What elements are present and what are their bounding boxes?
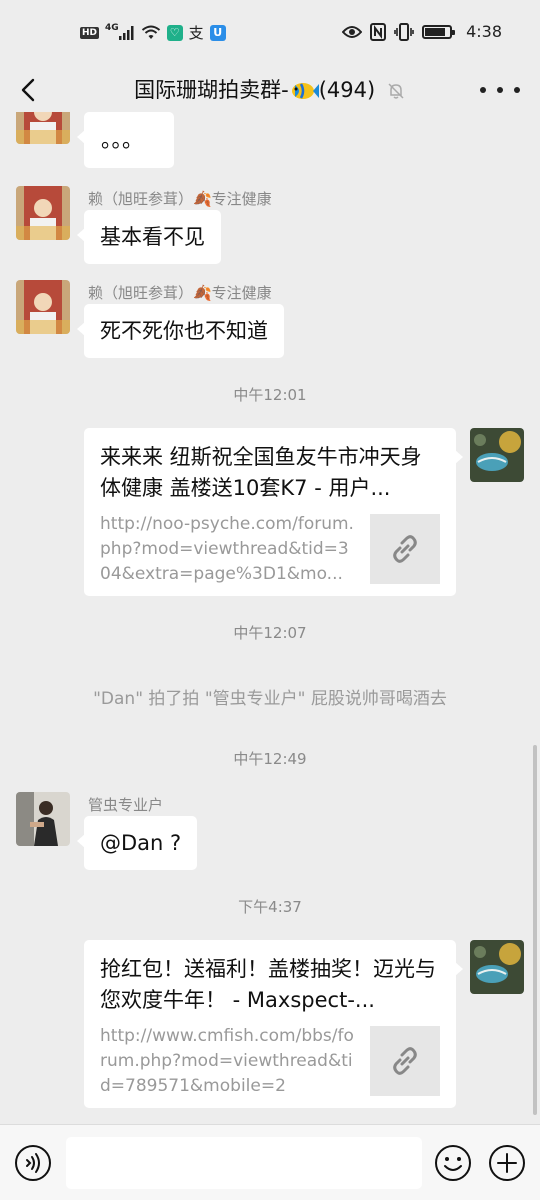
more-dot: [480, 87, 486, 93]
avatar[interactable]: [16, 792, 70, 846]
link-thumbnail: [370, 1026, 440, 1096]
emoji-button[interactable]: [434, 1144, 472, 1182]
fish-icon: [291, 83, 319, 99]
chat-messages[interactable]: 。。。 赖（旭旺参茸）🍂专注健康 基本看不见 赖（旭旺参茸）🍂专注健康 死不死你…: [0, 112, 540, 1124]
network-type: 4G: [105, 22, 119, 33]
pat-notification: "Dan" 拍了拍 "管虫专业户" 屁股说帅哥喝酒去: [93, 689, 447, 709]
mute-bell-icon: [388, 83, 404, 99]
more-functions-button[interactable]: [488, 1144, 526, 1182]
alipay-icon: 支: [188, 24, 204, 42]
group-name: 国际珊瑚拍卖群-: [134, 78, 289, 102]
message-text: 基本看不见: [100, 225, 205, 249]
message-bubble[interactable]: 。。。: [77, 112, 174, 168]
status-left-icons: HD 4G ♡ 支 U: [80, 22, 226, 43]
message-text: 。。。: [101, 128, 143, 152]
chat-header: 国际珊瑚拍卖群- (494): [0, 68, 540, 112]
voice-icon: [15, 1145, 51, 1181]
sender-name: 赖（旭旺参茸）🍂专注健康: [88, 190, 272, 208]
nfc-icon: [370, 22, 387, 41]
chat-scrollbar[interactable]: [533, 745, 537, 1115]
avatar[interactable]: [16, 280, 70, 334]
link-icon: [393, 535, 417, 563]
message-bubble[interactable]: @Dan ?: [76, 816, 198, 870]
avatar[interactable]: [16, 186, 70, 240]
link-title: 来来来 纽斯祝全国鱼友牛市冲天身体健康 盖楼送10套K7 - 用户...: [100, 445, 422, 500]
my-avatar[interactable]: [470, 428, 524, 482]
link-title: 抢红包！送福利！盖楼抽奖！迈光与您欢度牛年！ - Maxspect-...: [100, 957, 436, 1012]
message-bubble[interactable]: 死不死你也不知道: [77, 304, 284, 358]
message-input[interactable]: [66, 1137, 422, 1189]
sender-name: 管虫专业户: [88, 796, 164, 814]
link-icon: [393, 1047, 417, 1075]
more-button[interactable]: [480, 74, 520, 106]
message-text: @Dan ?: [100, 831, 182, 855]
plus-icon: [489, 1145, 525, 1181]
link-thumbnail: [370, 514, 440, 584]
vibrate-icon: [394, 22, 414, 41]
link-url: http://www.cmfish.com/bbs/forum.php?mod=…: [100, 1026, 354, 1096]
chat-title: 国际珊瑚拍卖群- (494): [0, 74, 540, 106]
timestamp: 中午12:07: [233, 624, 307, 642]
timestamp: 中午12:01: [233, 386, 307, 404]
link-body: http://noo-psyche.com/forum.php?mod=view…: [100, 512, 440, 588]
message-bubble[interactable]: 基本看不见: [77, 210, 221, 264]
emoji-icon: [435, 1145, 471, 1181]
link-url: http://noo-psyche.com/forum.php?mod=view…: [100, 514, 354, 584]
link-body: http://www.cmfish.com/bbs/forum.php?mod=…: [100, 1024, 440, 1100]
member-count: (494): [318, 78, 376, 102]
eye-icon: [342, 25, 363, 38]
input-bar: [0, 1124, 540, 1200]
avatar[interactable]: [16, 112, 70, 144]
battery-icon: [422, 24, 456, 39]
hd-badge: HD: [80, 26, 100, 39]
app-u-icon: U: [209, 24, 226, 41]
more-dot: [497, 87, 503, 93]
link-card[interactable]: 抢红包！送福利！盖楼抽奖！迈光与您欢度牛年！ - Maxspect-... ht…: [84, 940, 463, 1108]
timestamp: 下午4:37: [238, 898, 302, 916]
sender-name: 赖（旭旺参茸）🍂专注健康: [88, 284, 272, 302]
message-text: 死不死你也不知道: [100, 319, 268, 343]
app-shield-icon: ♡: [166, 24, 183, 41]
status-time: 4:38: [466, 22, 502, 41]
link-card[interactable]: 来来来 纽斯祝全国鱼友牛市冲天身体健康 盖楼送10套K7 - 用户... htt…: [84, 428, 463, 596]
wifi-icon: [141, 25, 160, 39]
more-dot: [514, 87, 520, 93]
status-bar: HD 4G ♡ 支 U 4:38: [0, 0, 540, 68]
voice-button[interactable]: [14, 1144, 52, 1182]
my-avatar[interactable]: [470, 940, 524, 994]
signal-icon: [118, 25, 134, 40]
status-right-icons: 4:38: [342, 22, 502, 41]
timestamp: 中午12:49: [233, 750, 307, 768]
